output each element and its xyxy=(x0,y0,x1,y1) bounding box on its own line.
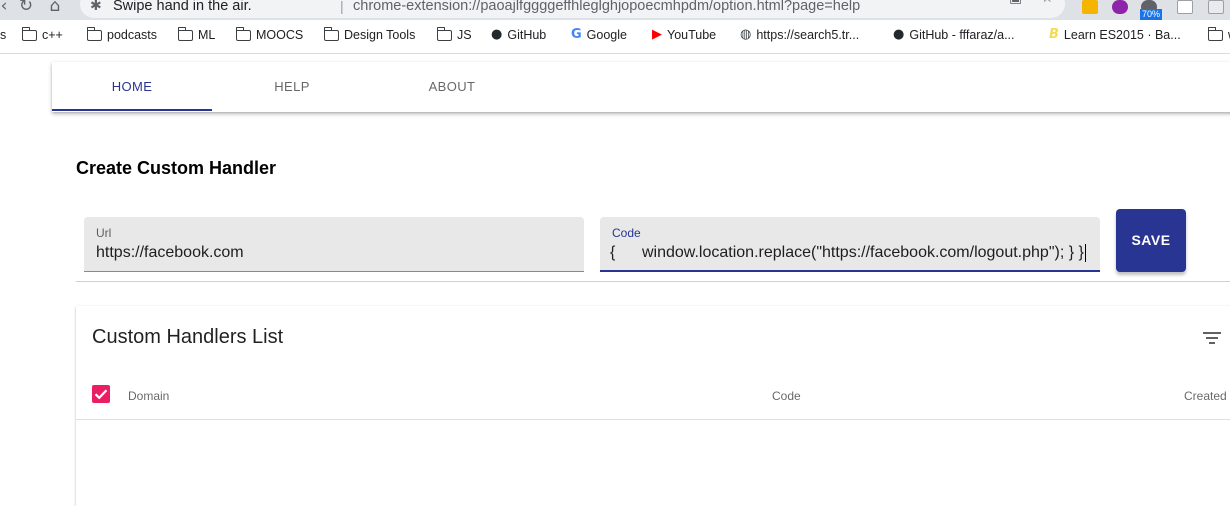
extension-puzzle-icon: ✱ xyxy=(90,0,102,14)
extension-white-icon[interactable] xyxy=(1177,0,1193,14)
code-field[interactable]: Code { window.location.replace("https://… xyxy=(600,217,1100,272)
bookmark-folder-ml[interactable]: ML xyxy=(177,26,215,42)
extension-notes-icon[interactable] xyxy=(1082,0,1098,14)
active-tab-indicator xyxy=(52,109,212,111)
column-header-code[interactable]: Code xyxy=(772,389,801,403)
save-button[interactable]: SAVE xyxy=(1116,209,1186,272)
column-header-domain[interactable]: Domain xyxy=(128,389,169,403)
bookmark-folder-cpp[interactable]: c++ xyxy=(21,26,63,42)
code-field-value[interactable]: window.location.replace("https://faceboo… xyxy=(642,244,1086,262)
bookmark-github[interactable]: ● GitHub xyxy=(491,27,546,43)
folder-icon xyxy=(21,26,37,41)
github-icon: ● xyxy=(491,27,503,42)
folder-icon xyxy=(235,26,251,41)
omnibox-separator: | xyxy=(340,0,344,14)
home-icon[interactable]: ⌂ xyxy=(45,0,65,16)
bookmark-item[interactable]: s xyxy=(0,28,6,42)
bookmark-folder-design-tools[interactable]: Design Tools xyxy=(323,26,415,42)
app-tab-bar: HOME HELP ABOUT xyxy=(52,62,1230,112)
back-icon[interactable]: ‹ xyxy=(0,0,14,16)
folder-icon xyxy=(177,26,193,41)
bookmarks-bar: s c++ podcasts ML MOOCS Design Tools JS … xyxy=(0,20,1230,54)
url-field-label: Url xyxy=(96,226,112,240)
section-divider xyxy=(76,281,1230,282)
bookmark-google[interactable]: G Google xyxy=(571,27,627,43)
checkmark-icon xyxy=(94,389,108,400)
blocked-popup-icon[interactable]: ▣ xyxy=(1009,0,1022,6)
code-field-prefix: { xyxy=(610,244,616,261)
bookmark-github-fffaraz[interactable]: ● GitHub - fffaraz/a... xyxy=(893,27,1014,43)
folder-icon xyxy=(86,26,102,41)
globe-icon: ◍ xyxy=(740,27,752,42)
bookmark-search5[interactable]: ◍ https://search5.tr... xyxy=(740,27,859,43)
github-icon: ● xyxy=(893,27,905,42)
column-header-created[interactable]: Created xyxy=(1184,389,1227,403)
form-title: Create Custom Handler xyxy=(76,158,277,178)
bookmark-folder-moocs[interactable]: MOOCS xyxy=(235,26,303,42)
youtube-icon: ▶ xyxy=(652,27,662,42)
tab-home[interactable]: HOME xyxy=(52,62,212,112)
bookmark-folder-podcasts[interactable]: podcasts xyxy=(86,26,157,42)
text-caret xyxy=(1084,244,1086,262)
bookmark-youtube[interactable]: ▶ YouTube xyxy=(652,27,716,43)
bookmark-star-icon[interactable]: ☆ xyxy=(1041,0,1054,6)
select-all-checkbox[interactable] xyxy=(92,385,110,403)
extension-badge: 70% xyxy=(1140,9,1163,20)
address-bar[interactable]: ✱ Swipe hand in the air. | chrome-extens… xyxy=(80,0,1065,18)
url-text[interactable]: chrome-extension://paoajlfggggeffhleglgh… xyxy=(353,0,860,14)
folder-icon xyxy=(1207,26,1223,41)
extension-purple-icon[interactable] xyxy=(1112,0,1128,14)
google-icon: G xyxy=(571,27,582,42)
table-header-divider xyxy=(76,419,1230,420)
url-field-value[interactable]: https://facebook.com xyxy=(96,244,244,262)
tab-about[interactable]: ABOUT xyxy=(372,62,532,112)
folder-icon xyxy=(436,26,452,41)
list-title: Custom Handlers List xyxy=(92,326,284,348)
code-field-label: Code xyxy=(612,226,641,240)
tab-help[interactable]: HELP xyxy=(212,62,372,112)
bookmark-folder-js[interactable]: JS xyxy=(436,26,472,42)
bookmark-folder-w[interactable]: w xyxy=(1207,26,1230,42)
bookmark-learn-es2015[interactable]: B Learn ES2015 · Ba... xyxy=(1049,27,1181,43)
url-field[interactable]: Url https://facebook.com xyxy=(84,217,584,272)
extension-gray-icon[interactable] xyxy=(1208,0,1224,14)
filter-list-icon[interactable] xyxy=(1202,330,1222,346)
page-title-in-omnibox: Swipe hand in the air. xyxy=(113,0,252,14)
reload-icon[interactable]: ↻ xyxy=(16,0,36,16)
browser-toolbar: ‹ ↻ ⌂ ✱ Swipe hand in the air. | chrome-… xyxy=(0,0,1230,20)
babel-icon: B xyxy=(1049,27,1059,42)
custom-handlers-table: Custom Handlers List Domain Code Created xyxy=(76,306,1230,506)
folder-icon xyxy=(323,26,339,41)
